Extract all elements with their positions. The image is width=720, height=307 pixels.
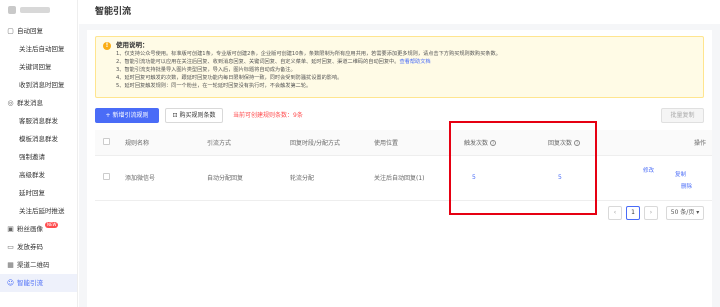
sidebar-item-advanced-mass[interactable]: 高级群发 — [0, 166, 77, 184]
sidebar-group-mass-message[interactable]: ◎ 群发消息 — [0, 94, 77, 112]
sidebar-item-label: 高级群发 — [19, 171, 45, 179]
highlight-annotation — [449, 121, 597, 215]
content-card: ! 使用说明： 1、仅支持公众号使用。标准版可创建1条，专业版可创建2条，企业版… — [87, 30, 712, 307]
actions-wrap: 修改 复制 删除 — [639, 156, 712, 200]
fans-icon: ▣ — [7, 225, 14, 233]
sidebar-item-label: 群发消息 — [17, 99, 43, 107]
table-row: 添加微信号 自动分配回复 轮流分配 关注后自动回复(1) 5 5 修改 复制 删… — [95, 155, 712, 201]
sidebar-item-label: 粉丝画像 — [17, 225, 43, 233]
notice-line: 1、仅支持公众号使用。标准版可创建1条，专业版可创建2条，企业版可创建10条，条… — [116, 51, 501, 57]
sidebar-group-auto-reply[interactable]: ▢ 自动回复 — [0, 22, 77, 40]
copy-link[interactable]: 复制 — [675, 170, 686, 178]
toolbar: + 新增引流规则 ⊡ 购买规则条数 当前可创建规则条数：9条 批量复制 — [95, 108, 704, 124]
brand-logo — [8, 6, 16, 14]
sidebar-group-coupon[interactable]: ▭ 发放券码 — [0, 238, 77, 256]
notice-line: 4、延时回复可触发的次数，跟延时回复功能内每日限制保持一致，同时会受到防骚扰设置… — [116, 75, 343, 81]
main-area: 智能引流 ! 使用说明： 1、仅支持公众号使用。标准版可创建1条，专业版可创建2… — [79, 0, 720, 307]
sidebar-item-label: 关注后自动回复 — [19, 45, 65, 53]
col-allocation: 回复时段/分配方式 — [286, 130, 370, 156]
sidebar-group-fans-profile[interactable]: ▣ 粉丝画像 NEW — [0, 220, 77, 238]
row-checkbox-cell — [95, 155, 121, 201]
new-badge: NEW — [45, 222, 59, 228]
sidebar-item-label: 渠道二维码 — [17, 261, 50, 269]
sidebar-item-template-mass[interactable]: 模板消息群发 — [0, 130, 77, 148]
batch-copy-button[interactable]: 批量复制 — [661, 108, 704, 123]
prev-page-button[interactable]: ‹ — [608, 206, 622, 220]
quota-text: 当前可创建规则条数：9条 — [233, 112, 303, 119]
brand-name-blurred — [20, 7, 50, 13]
chat-icon: ▢ — [7, 27, 14, 35]
cell-position: 关注后自动回复(1) — [370, 155, 460, 201]
edit-link[interactable]: 修改 — [643, 166, 654, 174]
sidebar-item-service-mass[interactable]: 客服消息群发 — [0, 112, 77, 130]
notice-title: 使用说明： — [116, 41, 149, 49]
sidebar: ▢ 自动回复 关注后自动回复 关键词回复 收到消息时回复 ◎ 群发消息 客服消息群发… — [0, 0, 78, 307]
sidebar-group-smart-traffic[interactable]: ☺ 智能引流 — [0, 274, 77, 292]
select-all-checkbox-cell — [95, 130, 121, 156]
notice-line-2: 2、智能引流功能可以应用在关注后回复、收到消息回复、关键词回复、自定义菜单、延时… — [116, 59, 431, 65]
sidebar-item-delay-push[interactable]: 关注后延时推送 — [0, 202, 77, 220]
sidebar-item-delay-reply[interactable]: 延时回复 — [0, 184, 77, 202]
warning-icon: ! — [103, 42, 111, 50]
buy-rules-button[interactable]: ⊡ 购买规则条数 — [165, 108, 223, 123]
add-rule-button[interactable]: + 新增引流规则 — [95, 108, 159, 123]
page-size-select[interactable]: 50 条/页 ▾ — [666, 206, 704, 220]
col-method: 引流方式 — [203, 130, 286, 156]
coupon-icon: ▭ — [7, 243, 14, 251]
notice-line: 5、延时回复触发规则：同一个粉丝，在一轮延时回复没有执行时，不会触发第二轮。 — [116, 83, 312, 89]
sidebar-item-label: 强制邀请 — [19, 153, 45, 161]
sidebar-item-message-reply[interactable]: 收到消息时回复 — [0, 76, 77, 94]
sidebar-item-label: 发放券码 — [17, 243, 43, 251]
sidebar-group-qrcode[interactable]: ▦ 渠道二维码 — [0, 256, 77, 274]
col-rule-name: 规则名称 — [121, 130, 203, 156]
cell-allocation: 轮流分配 — [286, 155, 370, 201]
col-position: 使用位置 — [370, 130, 460, 156]
sidebar-item-label: 关注后延时推送 — [19, 207, 65, 215]
next-page-button[interactable]: › — [644, 206, 658, 220]
sidebar-item-label: 收到消息时回复 — [19, 81, 65, 89]
brand — [0, 0, 77, 22]
pagination: ‹ 1 › 50 条/页 ▾ — [608, 206, 704, 220]
cell-method: 自动分配回复 — [203, 155, 286, 201]
chevron-down-icon: ▾ — [694, 209, 700, 216]
notice-line: 3、智能引流支持批量导入图片类型回复，导入后，图片标题将自动成为备注。 — [116, 67, 296, 73]
row-checkbox[interactable] — [103, 173, 110, 180]
sidebar-item-label: 关键词回复 — [19, 63, 52, 71]
rules-table: 规则名称 引流方式 回复时段/分配方式 使用位置 触发次数? 回复次数? 操作 … — [95, 130, 712, 201]
cell-actions: 修改 复制 删除 — [639, 155, 712, 201]
sidebar-item-label: 客服消息群发 — [19, 117, 58, 125]
sidebar-item-label: 延时回复 — [19, 189, 45, 197]
help-doc-link[interactable]: 查看帮助文档 — [399, 59, 430, 65]
page-title: 智能引流 — [79, 0, 720, 24]
sidebar-item-label: 智能引流 — [17, 279, 43, 287]
sidebar-item-label: 模板消息群发 — [19, 135, 58, 143]
table-header-row: 规则名称 引流方式 回复时段/分配方式 使用位置 触发次数? 回复次数? 操作 — [95, 130, 712, 156]
delete-link[interactable]: 删除 — [681, 182, 692, 190]
sidebar-item-follow-reply[interactable]: 关注后自动回复 — [0, 40, 77, 58]
sidebar-item-keyword-reply[interactable]: 关键词回复 — [0, 58, 77, 76]
usage-notice: ! 使用说明： 1、仅支持公众号使用。标准版可创建1条，专业版可创建2条，企业版… — [95, 36, 704, 98]
user-icon: ☺ — [6, 279, 15, 287]
sidebar-item-force-invite[interactable]: 强制邀请 — [0, 148, 77, 166]
cell-rule-name: 添加微信号 — [121, 155, 203, 201]
page-number[interactable]: 1 — [626, 206, 640, 220]
col-actions: 操作 — [639, 130, 712, 156]
group-message-icon: ◎ — [7, 99, 14, 107]
sidebar-item-label: 自动回复 — [17, 27, 43, 35]
qrcode-icon: ▦ — [7, 261, 14, 269]
select-all-checkbox[interactable] — [103, 137, 110, 145]
